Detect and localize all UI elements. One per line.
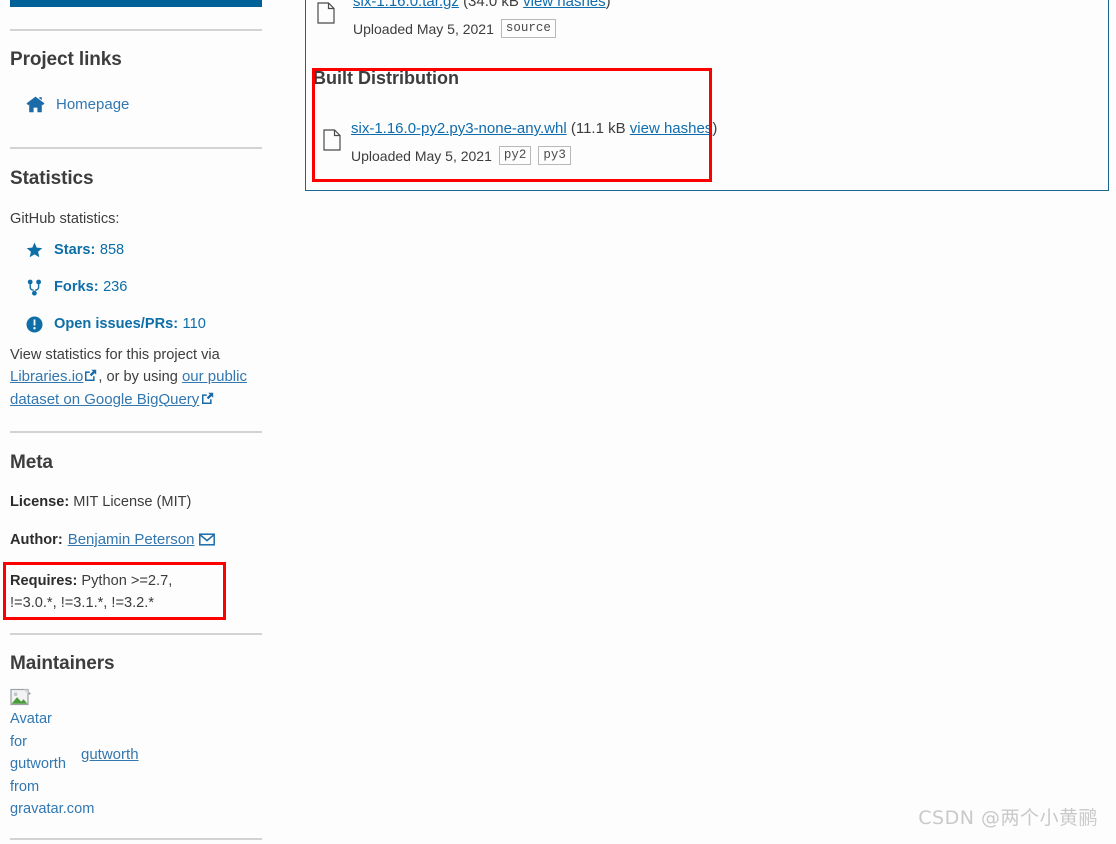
meta-heading: Meta — [10, 452, 53, 473]
homepage-link-label: Homepage — [56, 96, 130, 113]
source-file-line: six-1.16.0.tar.gz (34.0 kB view hashes) — [353, 0, 1097, 10]
statistics-section: Statistics — [0, 168, 272, 190]
built-distribution-heading: Built Distribution — [313, 68, 459, 88]
release-files-panel: six-1.16.0.tar.gz (34.0 kB view hashes) … — [305, 0, 1109, 191]
source-tag-source: source — [500, 19, 556, 38]
statistics-footer-text: View statistics for this project via Lib… — [10, 344, 262, 411]
source-distribution-entry: six-1.16.0.tar.gz (34.0 kB view hashes) … — [317, 0, 1097, 38]
meta-license-value: MIT License (MIT) — [73, 494, 192, 510]
exclamation-circle-icon — [26, 316, 43, 333]
source-view-hashes-link[interactable]: view hashes — [523, 0, 606, 10]
source-uploaded-date: Uploaded May 5, 2021 — [353, 20, 494, 37]
meta-requires-label: Requires: — [10, 573, 78, 589]
libraries-io-link[interactable]: Libraries.io — [10, 368, 83, 385]
meta-author-row: Author: Benjamin Peterson — [10, 531, 216, 548]
meta-author-label: Author: — [10, 531, 63, 548]
external-link-icon — [84, 369, 97, 382]
meta-license-row: License: MIT License (MIT) — [10, 494, 191, 510]
stat-open-issues-value: 110 — [182, 316, 206, 332]
divider — [10, 838, 262, 840]
source-filename-link[interactable]: six-1.16.0.tar.gz — [353, 0, 459, 10]
built-tag-py2: py2 — [498, 146, 532, 165]
built-file-line: six-1.16.0-py2.py3-none-any.whl (11.1 kB… — [351, 120, 1093, 137]
sidebar-item-homepage[interactable]: Homepage — [26, 96, 129, 113]
built-filename-link[interactable]: six-1.16.0-py2.py3-none-any.whl — [351, 120, 567, 137]
statistics-heading: Statistics — [10, 168, 94, 189]
divider — [10, 147, 262, 149]
home-icon — [26, 96, 45, 113]
project-links-heading: Project links — [10, 49, 122, 70]
stat-stars-value: 858 — [99, 242, 125, 258]
fork-icon — [26, 279, 43, 296]
stat-forks: Forks: 236 — [26, 278, 127, 296]
built-upload-line: Uploaded May 5, 2021 py2 py3 — [351, 146, 1093, 165]
maintainers-heading: Maintainers — [10, 653, 115, 674]
meta-license-label: License: — [10, 494, 70, 510]
stat-open-issues-label: Open issues/PRs: — [54, 316, 179, 332]
csdn-watermark: CSDN @两个小黄鹂 — [918, 807, 1098, 829]
source-file-size: (34.0 kB — [463, 0, 519, 10]
statistics-footer-prefix: View statistics for this project via — [10, 347, 220, 363]
statistics-footer-middle: , or by using — [98, 369, 182, 386]
stat-stars-label: Stars: — [54, 242, 96, 258]
built-distribution-entry: Built Distribution six-1.16.0-py2.py3-no… — [313, 68, 1093, 165]
project-links-section: Project links — [0, 49, 272, 71]
avatar-broken-image-wrapper: Avatar for gutworth from gravatar.com — [10, 688, 95, 821]
maintainers-section: Maintainers — [0, 653, 272, 675]
avatar-alt-text: Avatar for gutworth from gravatar.com — [10, 711, 95, 817]
meta-section: Meta — [0, 452, 272, 474]
stat-forks-label: Forks: — [54, 279, 99, 295]
stat-stars: Stars: 858 — [26, 241, 124, 259]
stat-forks-value: 236 — [103, 279, 128, 295]
star-icon — [26, 242, 43, 259]
cut-off-blue-banner — [10, 0, 262, 7]
author-email-link[interactable]: Benjamin Peterson — [68, 531, 195, 548]
maintainer-username-link[interactable]: gutworth — [81, 746, 139, 763]
github-statistics-subheading: GitHub statistics: — [10, 211, 120, 227]
external-link-icon — [201, 392, 214, 405]
built-view-hashes-link[interactable]: view hashes — [630, 120, 713, 137]
divider — [10, 633, 262, 635]
divider — [10, 29, 262, 31]
source-paren-close: ) — [605, 0, 611, 10]
built-file-size: (11.1 kB — [570, 120, 626, 137]
page-root: Project links Homepage Statistics GitHub… — [0, 0, 1116, 844]
built-paren-close: ) — [712, 120, 718, 137]
stat-open-issues: Open issues/PRs: 110 — [26, 315, 206, 333]
sidebar: Project links Homepage Statistics GitHub… — [0, 0, 300, 844]
meta-requires-row: Requires: Python >=2.7, !=3.0.*, !=3.1.*… — [10, 570, 222, 614]
built-tag-py3: py3 — [538, 146, 571, 165]
divider — [10, 431, 262, 433]
maintainer-entry-gutworth[interactable]: Avatar for gutworth from gravatar.com gu… — [10, 688, 139, 821]
envelope-icon — [199, 533, 216, 546]
source-upload-line: Uploaded May 5, 2021 source — [353, 19, 1097, 38]
file-icon — [323, 129, 341, 156]
broken-image-icon — [10, 688, 31, 708]
built-uploaded-date: Uploaded May 5, 2021 — [351, 147, 492, 164]
file-icon — [317, 2, 335, 29]
